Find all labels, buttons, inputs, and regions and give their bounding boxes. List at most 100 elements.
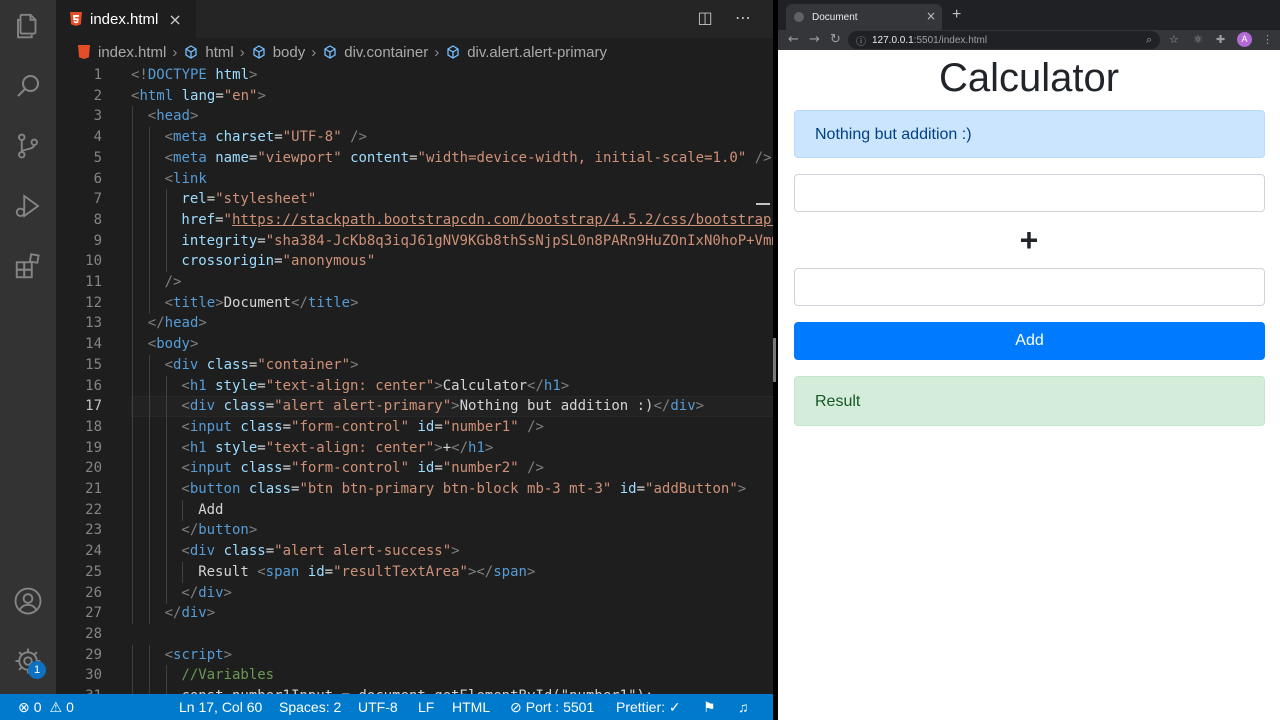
- browser-tab[interactable]: Document ×: [786, 4, 942, 30]
- breadcrumb-item[interactable]: html: [183, 44, 234, 61]
- browser-menu-icon[interactable]: ⋮: [1262, 32, 1273, 48]
- code-line[interactable]: 15 <div class="container">: [56, 354, 773, 376]
- source-control-icon[interactable]: [12, 130, 44, 162]
- add-button[interactable]: Add: [794, 322, 1265, 360]
- breadcrumb-item[interactable]: index.html: [76, 44, 166, 61]
- html5-file-icon: [70, 12, 82, 26]
- code-line[interactable]: 14 <body>: [56, 334, 773, 356]
- code-token: =: [282, 418, 292, 435]
- prettier-status[interactable]: Prettier: ✓: [616, 694, 681, 720]
- code-text: </button>: [181, 520, 257, 541]
- code-token: >: [484, 439, 494, 456]
- tab-close-icon[interactable]: ×: [168, 10, 181, 29]
- code-line[interactable]: 16 <h1 style="text-align: center">Calcula…: [56, 375, 773, 397]
- settings-gear-icon[interactable]: 1: [12, 645, 46, 679]
- explorer-icon[interactable]: [12, 10, 44, 42]
- indent-guide: [148, 541, 150, 563]
- more-actions-icon[interactable]: ⋯: [733, 8, 753, 28]
- code-line[interactable]: 6 <link: [56, 168, 773, 190]
- code-line[interactable]: 19 <h1 style="text-align: center">+</h1>: [56, 437, 773, 459]
- browser-window: Document × + ← → ↻ ⓘ 127.0.0.1:5501/inde…: [778, 0, 1280, 720]
- code-line[interactable]: 24 <div class="alert alert-success">: [56, 541, 773, 563]
- code-line[interactable]: 28: [56, 624, 773, 645]
- code-line[interactable]: 23 </button>: [56, 520, 773, 542]
- react-devtools-icon[interactable]: ⚛: [1193, 32, 1203, 48]
- extensions-puzzle-icon[interactable]: ✚: [1216, 32, 1225, 48]
- code-line[interactable]: 5 <meta name="viewport" content="width=de…: [56, 147, 773, 169]
- code-line[interactable]: 1 <!DOCTYPE html>: [56, 65, 773, 86]
- code-line[interactable]: 25 Result <span id="resultTextArea"></spa…: [56, 561, 773, 583]
- breadcrumb-item[interactable]: body: [251, 44, 305, 61]
- code-token: https://stackpath.bootstrapcdn.com/boots…: [231, 211, 773, 228]
- address-bar[interactable]: ⓘ 127.0.0.1:5501/index.html: [848, 31, 1160, 49]
- breadcrumb-item[interactable]: div.container: [322, 44, 428, 61]
- indent-guide: [148, 230, 150, 252]
- code-line[interactable]: 12 <title>Document</title>: [56, 292, 773, 314]
- code-token: <: [181, 481, 190, 497]
- encoding[interactable]: UTF-8: [358, 694, 398, 720]
- code-line[interactable]: 9 integrity="sha384-JcKb8q3iqJ61gNV9KGb8t…: [56, 230, 773, 252]
- code-line[interactable]: 29 <script>: [56, 644, 773, 666]
- extensions-icon[interactable]: [12, 250, 44, 282]
- end-of-line[interactable]: LF: [418, 694, 434, 720]
- breadcrumb-item[interactable]: div.alert.alert-primary: [445, 44, 607, 61]
- cursor-position[interactable]: Ln 17, Col 60: [179, 694, 262, 720]
- code-line[interactable]: 27 </div>: [56, 603, 773, 625]
- live-server-port[interactable]: ⊘ Port : 5501: [510, 694, 594, 720]
- accounts-icon[interactable]: [12, 585, 44, 617]
- line-number: 27: [85, 605, 102, 622]
- code-line[interactable]: 17 <div class="alert alert-primary">Nothi…: [56, 396, 773, 418]
- back-icon[interactable]: ←: [788, 31, 799, 49]
- activity-bar: 1: [0, 0, 56, 694]
- number2-input[interactable]: [794, 268, 1265, 306]
- code-line[interactable]: 11 />: [56, 272, 773, 293]
- editor-scrollbar[interactable]: [773, 338, 776, 382]
- code-token: div: [670, 398, 696, 415]
- profile-avatar[interactable]: A: [1237, 32, 1252, 47]
- code-token: >: [189, 108, 199, 125]
- code-line[interactable]: 18 <input class="form-control" id="number…: [56, 416, 773, 438]
- code-line[interactable]: 7 rel="stylesheet": [56, 189, 773, 211]
- browser-tab-close-icon[interactable]: ×: [926, 9, 936, 23]
- code-line[interactable]: 21 <button class = "btn btn-primary btn-blo…: [56, 479, 773, 500]
- code-line[interactable]: 3 <head>: [56, 106, 773, 128]
- code-line[interactable]: 26 </div>: [56, 582, 773, 604]
- code-line[interactable]: 10 crossorigin="anonymous": [56, 251, 773, 273]
- code-line[interactable]: 20 <input class="form-control" id="number…: [56, 458, 773, 480]
- zoom-icon[interactable]: ⌕: [1146, 32, 1152, 48]
- code-token: <!: [131, 67, 148, 83]
- code-line[interactable]: 8 href="https://stackpath.bootstrapcdn.co…: [56, 209, 773, 231]
- feedback-icon[interactable]: ⚑: [703, 694, 716, 720]
- run-debug-icon[interactable]: [12, 190, 44, 222]
- code-token: <: [164, 170, 174, 187]
- code-token: head: [164, 315, 199, 332]
- line-number: 10: [85, 253, 102, 270]
- new-tab-button[interactable]: +: [952, 6, 961, 24]
- indent-guide: [132, 665, 133, 687]
- code-token: </: [147, 315, 165, 332]
- language-mode[interactable]: HTML: [452, 694, 490, 720]
- bookmark-star-icon[interactable]: ☆: [1169, 32, 1179, 48]
- reload-icon[interactable]: ↻: [830, 31, 841, 49]
- code-editor[interactable]: 1 <!DOCTYPE html> 2 <html lang="en"> 3 <head>…: [56, 64, 773, 694]
- split-editor-icon[interactable]: ◫: [695, 8, 715, 28]
- code-line[interactable]: 22 Add: [56, 499, 773, 521]
- tab-index-html[interactable]: index.html ×: [56, 0, 196, 38]
- indentation[interactable]: Spaces: 2: [279, 694, 341, 720]
- code-text: <div class="alert alert-success">: [181, 541, 459, 562]
- code-line[interactable]: 4 <meta charset="UTF-8" />: [56, 127, 773, 149]
- code-line[interactable]: 2 <html lang="en">: [56, 86, 773, 107]
- line-number: 4: [93, 129, 102, 146]
- notifications-bell-icon[interactable]: ♫: [738, 694, 749, 720]
- code-line[interactable]: 30 //Variables: [56, 665, 773, 687]
- code-token: "number2": [442, 460, 519, 477]
- problems-indicator[interactable]: ⊗ 0 ⚠ 0: [18, 694, 74, 720]
- code-token: <: [164, 149, 174, 166]
- search-icon[interactable]: [12, 70, 44, 102]
- code-line[interactable]: 13 </head>: [56, 313, 773, 335]
- code-token: <: [181, 439, 190, 456]
- code-line[interactable]: 31 const number1Input = document.getEleme…: [56, 686, 773, 694]
- code-token: >: [198, 315, 207, 332]
- forward-icon[interactable]: →: [809, 31, 820, 49]
- number1-input[interactable]: [794, 174, 1265, 212]
